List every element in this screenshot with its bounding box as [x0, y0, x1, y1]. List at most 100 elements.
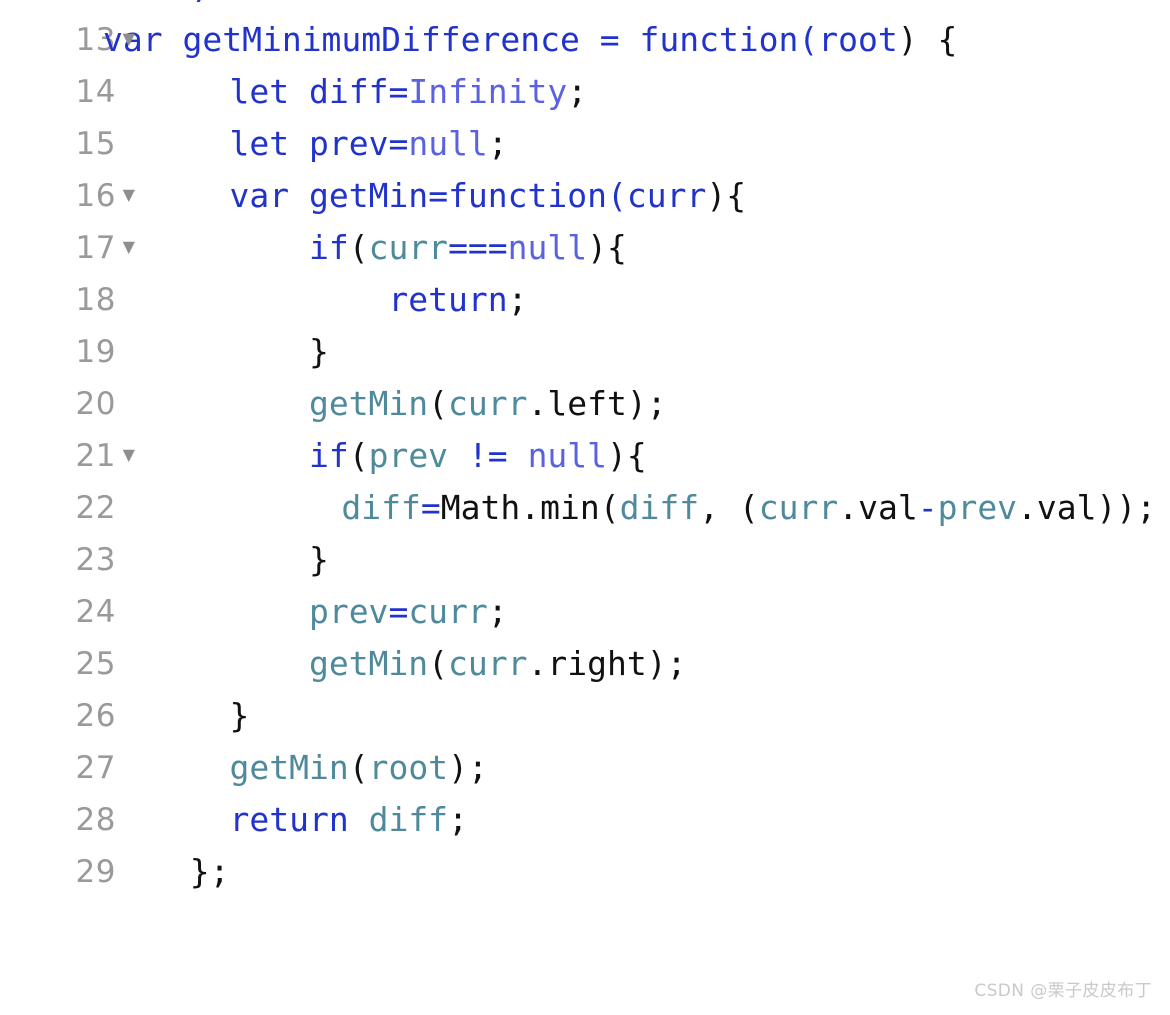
code-line-text[interactable]: getMin(curr.left);	[150, 378, 1170, 430]
code-line-text[interactable]: if(prev != null){	[150, 430, 1170, 482]
code-line-text[interactable]: prev=curr;	[150, 586, 1170, 638]
code-line-text[interactable]: let prev=null;	[150, 118, 1170, 170]
line-gutter[interactable]: 16 ▼	[0, 170, 150, 222]
clipped-previous-line: /	[0, 0, 1170, 14]
code-token: (	[348, 748, 369, 787]
line-number: 27	[75, 750, 116, 786]
line-gutter[interactable]: 27▼	[0, 742, 150, 794]
code-token: =	[388, 592, 409, 631]
code-token: )	[1116, 488, 1137, 527]
code-line-text[interactable]: var getMin=function(curr){	[150, 170, 1170, 222]
code-token: )	[587, 228, 608, 267]
code-token: .val	[838, 488, 918, 527]
line-gutter[interactable]: 14▼	[0, 66, 150, 118]
code-line-row[interactable]: 25▼ getMin(curr.right);	[0, 638, 1170, 690]
code-line-row[interactable]: 18▼ return;	[0, 274, 1170, 326]
code-line-text[interactable]: getMin(curr.right);	[150, 638, 1170, 690]
code-token: if	[308, 228, 349, 267]
code-token: )	[448, 748, 468, 787]
code-line-text[interactable]: return diff;	[150, 794, 1170, 846]
code-line-text[interactable]: let diff=Infinity;	[150, 66, 1170, 118]
code-token: .left	[527, 384, 627, 423]
code-editor[interactable]: / 13▼var getMinimumDifference = function…	[0, 0, 1170, 1015]
line-gutter[interactable]: 20▼	[0, 378, 150, 430]
fold-triangle-icon[interactable]: ▼	[116, 429, 142, 481]
code-token: =	[388, 124, 409, 163]
code-token: {	[626, 436, 647, 475]
code-token: )	[607, 436, 627, 475]
code-token: )	[897, 20, 918, 59]
code-token: =	[428, 176, 449, 215]
code-token: curr	[448, 384, 528, 423]
line-number: 19	[75, 334, 116, 370]
line-gutter[interactable]: 29▼	[0, 846, 150, 898]
code-line-row[interactable]: 21 ▼ if(prev != null){	[0, 430, 1170, 482]
code-token: let	[229, 124, 309, 163]
code-token: ;	[487, 592, 508, 631]
code-line-row[interactable]: 20▼ getMin(curr.left);	[0, 378, 1170, 430]
code-token: (	[599, 488, 620, 527]
code-token: ;	[507, 280, 528, 319]
line-gutter[interactable]: 19▼	[0, 326, 150, 378]
code-line-row[interactable]: 17 ▼ if(curr===null){	[0, 222, 1170, 274]
code-line-text[interactable]: return;	[150, 274, 1170, 326]
code-token: =	[599, 20, 640, 59]
code-token: )	[626, 384, 647, 423]
line-gutter[interactable]: 24▼	[0, 586, 150, 638]
line-number: 20	[75, 386, 116, 422]
code-line-text[interactable]: var getMinimumDifference = function(root…	[103, 14, 1170, 66]
code-line-row[interactable]: 29▼ };	[0, 846, 1170, 898]
code-line-text[interactable]: }	[150, 534, 1170, 586]
code-token: .min	[520, 488, 600, 527]
code-line-row[interactable]: 28▼ return diff;	[0, 794, 1170, 846]
line-gutter[interactable]: 28▼	[0, 794, 150, 846]
code-line-text[interactable]: getMin(root);	[150, 742, 1170, 794]
line-gutter[interactable]: 25▼	[0, 638, 150, 690]
fold-triangle-icon[interactable]: ▼	[116, 221, 142, 273]
code-line-row[interactable]: 26▼ }	[0, 690, 1170, 742]
code-token: return	[388, 280, 508, 319]
code-lines-container[interactable]: 13 ▼ var getMinimumDifference = function(r…	[0, 14, 1170, 898]
code-line-text[interactable]: if(curr===null){	[150, 222, 1170, 274]
code-token: curr	[448, 644, 528, 683]
code-token: function	[639, 20, 799, 59]
code-token: null	[527, 436, 608, 475]
code-line-row[interactable]: 27▼ getMin(root);	[0, 742, 1170, 794]
line-gutter[interactable]: 21 ▼	[0, 430, 150, 482]
code-token: root	[818, 20, 898, 59]
code-line-text[interactable]: };	[150, 846, 1170, 898]
line-gutter[interactable]: 26▼	[0, 690, 150, 742]
line-gutter[interactable]: 18▼	[0, 274, 150, 326]
code-line-row[interactable]: 23▼ }	[0, 534, 1170, 586]
code-token: getMin	[308, 644, 429, 683]
line-gutter[interactable]: 23▼	[0, 534, 150, 586]
code-token: (	[738, 488, 759, 527]
fold-triangle-icon[interactable]: ▼	[116, 13, 142, 65]
line-gutter[interactable]: 13 ▼	[0, 14, 150, 66]
code-line-row[interactable]: 15▼ let prev=null;	[0, 118, 1170, 170]
code-line-row[interactable]: 14▼ let diff=Infinity;	[0, 66, 1170, 118]
line-number: 17	[75, 230, 116, 266]
code-line-row[interactable]: 13 ▼ var getMinimumDifference = function(r…	[0, 14, 1170, 66]
code-line-row[interactable]: 19▼ }	[0, 326, 1170, 378]
code-line-row[interactable]: 16 ▼ var getMin=function(curr){	[0, 170, 1170, 222]
code-token: null	[408, 124, 488, 163]
code-line-text[interactable]: }	[150, 690, 1170, 742]
line-gutter[interactable]: 17 ▼	[0, 222, 150, 274]
code-line-row[interactable]: 22▼ diff=Math.min(diff, (curr.val-prev.v…	[0, 482, 1170, 534]
code-line-row[interactable]: 24▼ prev=curr;	[0, 586, 1170, 638]
code-token: curr	[408, 592, 488, 631]
code-line-text[interactable]: diff=Math.min(diff, (curr.val-prev.val))…	[103, 482, 1170, 534]
fold-triangle-icon[interactable]: ▼	[116, 169, 142, 221]
line-gutter[interactable]: 15▼	[0, 118, 150, 170]
line-number: 25	[75, 646, 116, 682]
code-token: }	[189, 852, 210, 891]
code-line-text[interactable]: }	[150, 326, 1170, 378]
code-token: {	[937, 20, 958, 59]
code-token: null	[507, 228, 588, 267]
